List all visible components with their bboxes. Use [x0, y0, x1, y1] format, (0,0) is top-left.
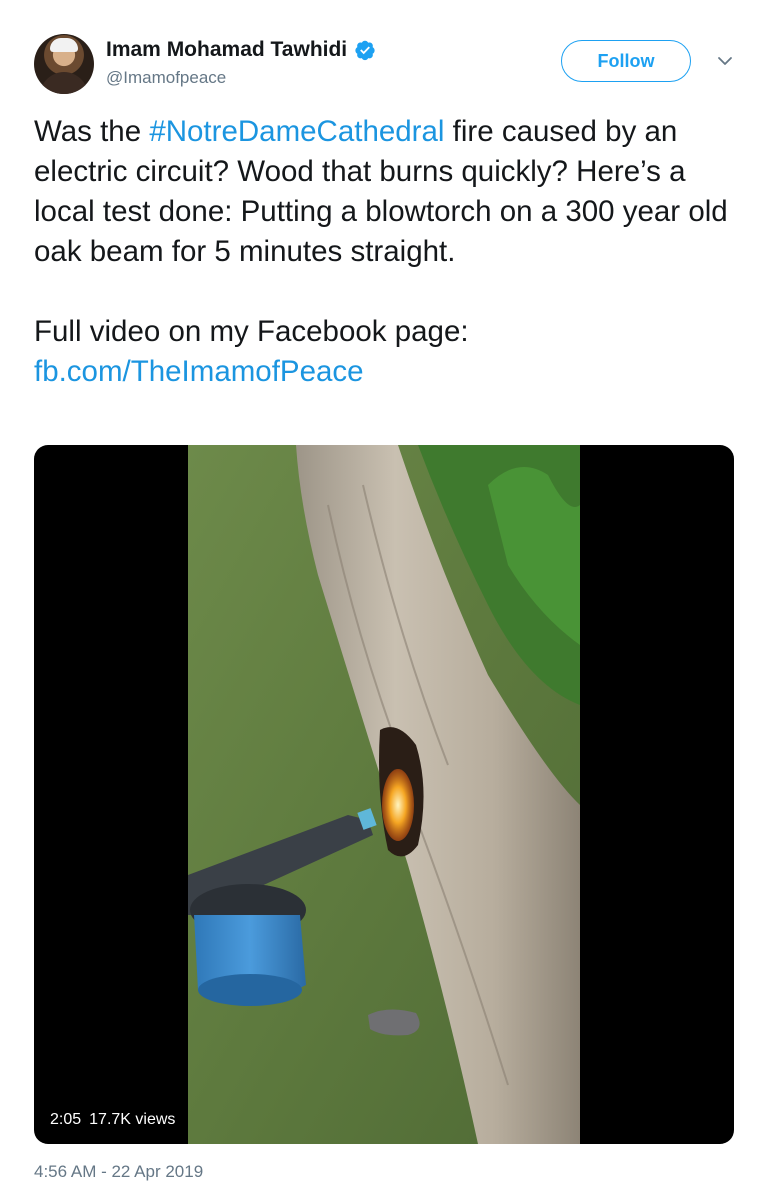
- follow-button[interactable]: Follow: [561, 40, 691, 82]
- gas-canister-base: [198, 974, 302, 1006]
- tweet-paragraph-2: Full video on my Facebook page:: [34, 315, 469, 348]
- tweet-paragraph-1: Was the #NotreDameCathedral fire caused …: [34, 112, 734, 272]
- avatar-turban-shape: [50, 38, 78, 52]
- video-frame[interactable]: [188, 445, 580, 1144]
- tweet-text: Was the #NotreDameCathedral fire caused …: [34, 112, 734, 392]
- video-duration: 2:05: [50, 1111, 82, 1128]
- author-name[interactable]: Imam Mohamad Tawhidi: [106, 38, 347, 62]
- video-info-badge: 2:05 17.7K views: [42, 1106, 184, 1134]
- chevron-down-icon[interactable]: [716, 52, 734, 70]
- tweet-text-intro: Was the: [34, 115, 150, 148]
- facebook-link[interactable]: fb.com/TheImamofPeace: [34, 355, 364, 388]
- video-player[interactable]: 2:05 17.7K views: [34, 445, 734, 1144]
- flame: [382, 769, 414, 841]
- author-handle[interactable]: @Imamofpeace: [106, 68, 226, 88]
- stone: [368, 1009, 420, 1036]
- verified-badge-icon: [355, 40, 375, 61]
- avatar-robe-shape: [40, 72, 88, 94]
- avatar[interactable]: [34, 34, 94, 94]
- tweet-timestamp[interactable]: 4:56 AM - 22 Apr 2019: [34, 1162, 203, 1182]
- video-views: 17.7K views: [89, 1111, 176, 1128]
- author-name-row[interactable]: Imam Mohamad Tawhidi: [106, 38, 376, 62]
- hashtag-link[interactable]: #NotreDameCathedral: [149, 115, 444, 148]
